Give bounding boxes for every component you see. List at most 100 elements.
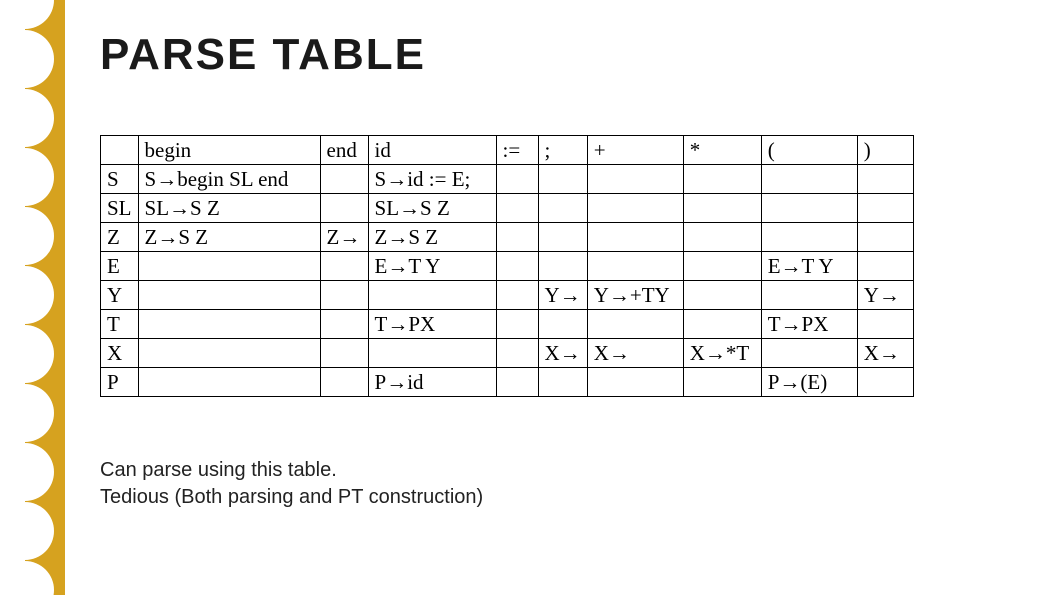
table-row: E E→T Y E→T Y [101,252,914,281]
header-blank [101,136,139,165]
table-cell: X→ [857,339,913,368]
table-cell [538,252,587,281]
table-cell [683,194,761,223]
table-cell: E→T Y [761,252,857,281]
table-cell [761,165,857,194]
table-row: SS→begin SL end S→id := E; [101,165,914,194]
row-nonterminal: S [101,165,139,194]
table-cell [138,252,320,281]
header-lparen: ( [761,136,857,165]
table-cell [320,194,368,223]
table-cell: S→id := E; [368,165,496,194]
table-cell [683,368,761,397]
row-nonterminal: E [101,252,139,281]
table-row: T T→PX T→PX [101,310,914,339]
header-semi: ; [538,136,587,165]
table-cell: X→*T [683,339,761,368]
table-cell [496,339,538,368]
table-cell: P→(E) [761,368,857,397]
header-id: id [368,136,496,165]
table-cell: Z→S Z [368,223,496,252]
table-cell: SL→S Z [368,194,496,223]
table-cell [857,223,913,252]
table-row: P P→id P→(E) [101,368,914,397]
table-row: XX→X→X→*TX→ [101,339,914,368]
table-cell [761,194,857,223]
table-cell [587,368,683,397]
table-cell [587,252,683,281]
table-cell [683,223,761,252]
table-cell [138,339,320,368]
slide-content: PARSE TABLE begin end id := ; + * ( ) SS… [80,0,1038,595]
table-cell [761,281,857,310]
table-cell: T→PX [368,310,496,339]
table-cell [496,252,538,281]
table-header-row: begin end id := ; + * ( ) [101,136,914,165]
table-cell [538,194,587,223]
table-cell [538,223,587,252]
table-cell [538,165,587,194]
table-cell: T→PX [761,310,857,339]
table-cell [683,281,761,310]
table-cell [496,194,538,223]
header-star: * [683,136,761,165]
table-cell [368,339,496,368]
table-cell [320,281,368,310]
table-cell [320,339,368,368]
table-row: SLSL→S ZSL→S Z [101,194,914,223]
scalloped-bar-icon [0,0,80,595]
slide-title: PARSE TABLE [100,30,1018,80]
table-cell: SL→S Z [138,194,320,223]
row-nonterminal: T [101,310,139,339]
table-cell [761,223,857,252]
slide-left-decoration [0,0,80,595]
table-cell [587,310,683,339]
table-cell: S→begin SL end [138,165,320,194]
table-cell: Y→ [538,281,587,310]
table-cell [683,310,761,339]
table-cell [538,368,587,397]
header-begin: begin [138,136,320,165]
table-cell: Z→ [320,223,368,252]
table-cell [138,281,320,310]
table-cell [496,368,538,397]
footer-line-1: Can parse using this table. [100,457,1018,484]
header-assign: := [496,136,538,165]
table-cell [857,165,913,194]
table-cell: X→ [587,339,683,368]
table-cell [320,165,368,194]
table-cell: Y→ [857,281,913,310]
parse-table: begin end id := ; + * ( ) SS→begin SL en… [100,135,914,397]
table-cell: X→ [538,339,587,368]
table-cell [496,281,538,310]
table-cell [496,310,538,339]
header-plus: + [587,136,683,165]
table-cell [496,165,538,194]
footer-line-2: Tedious (Both parsing and PT constructio… [100,484,1018,511]
row-nonterminal: Y [101,281,139,310]
table-row: ZZ→S ZZ→Z→S Z [101,223,914,252]
table-cell [683,165,761,194]
table-cell: Z→S Z [138,223,320,252]
header-end: end [320,136,368,165]
table-cell: Y→+TY [587,281,683,310]
table-cell [320,252,368,281]
table-body: SS→begin SL endS→id := E;SLSL→S ZSL→S ZZ… [101,165,914,397]
table-cell: E→T Y [368,252,496,281]
row-nonterminal: P [101,368,139,397]
header-rparen: ) [857,136,913,165]
row-nonterminal: SL [101,194,139,223]
table-cell [683,252,761,281]
table-cell [587,165,683,194]
table-cell [320,310,368,339]
table-cell [857,310,913,339]
table-cell [857,368,913,397]
table-cell: P→id [368,368,496,397]
table-cell [138,368,320,397]
table-cell [857,252,913,281]
table-cell [761,339,857,368]
row-nonterminal: Z [101,223,139,252]
table-cell [138,310,320,339]
table-cell [587,223,683,252]
row-nonterminal: X [101,339,139,368]
